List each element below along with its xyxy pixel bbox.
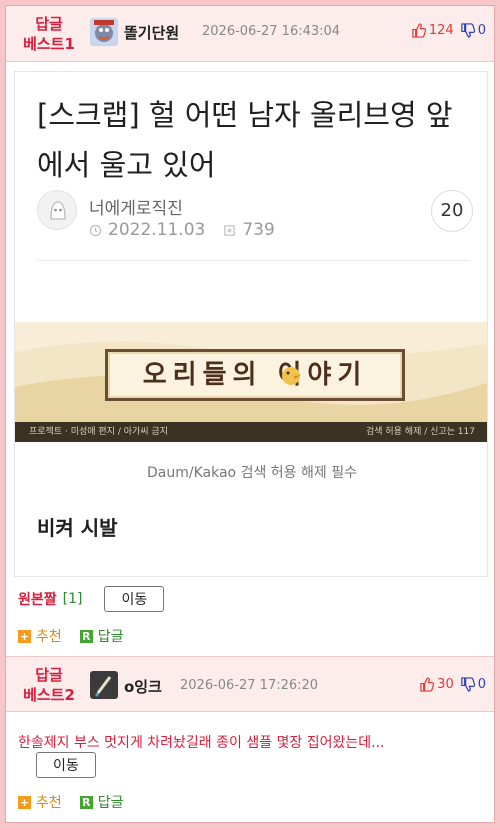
vote-counter: 124 0 bbox=[411, 23, 486, 38]
reply-icon: R bbox=[79, 795, 93, 809]
down-vote-count: 0 bbox=[477, 23, 486, 38]
down-vote-count: 0 bbox=[477, 677, 486, 692]
post-timestamp: 2026-06-27 17:26:20 bbox=[180, 678, 319, 693]
author-nickname[interactable]: 똘기단원 bbox=[124, 22, 179, 43]
thumbs-down-icon[interactable] bbox=[460, 677, 475, 692]
avatar-image bbox=[90, 671, 118, 699]
plus-icon: + bbox=[18, 629, 31, 643]
reply-label: 답글 bbox=[97, 629, 124, 645]
scrap-image-card[interactable]: [스크랩] 헐 어떤 남자 올리브영 앞에서 울고 있어 너에게로직진 2022… bbox=[14, 71, 488, 577]
reply-preview-text[interactable]: 한솔제지 부스 멋지게 차려놨길래 종이 샘플 몇장 집어왔는데... bbox=[18, 732, 484, 752]
author-nickname[interactable]: o잉크 bbox=[124, 676, 162, 697]
scrap-views: 739 bbox=[242, 220, 275, 240]
vote-counter: 30 0 bbox=[419, 677, 486, 692]
recommend-button[interactable]: + 추천 bbox=[18, 626, 62, 646]
scrap-author: 너에게로직진 bbox=[89, 199, 183, 219]
comment-count-badge: 20 bbox=[431, 190, 473, 232]
recommend-button[interactable]: + 추천 bbox=[18, 792, 62, 812]
post-timestamp: 2026-06-27 16:43:04 bbox=[202, 24, 341, 39]
scrap-meta: 2022.11.03 739 bbox=[89, 220, 275, 240]
recommend-label: 추천 bbox=[36, 629, 62, 645]
banner-sign: 오리들의 이야기 bbox=[105, 349, 405, 401]
avatar-image bbox=[90, 18, 118, 46]
banner-strip-left: 프로젝트 · 미성애 편지 / 아가씨 금지 bbox=[29, 427, 168, 437]
views-icon bbox=[224, 224, 236, 236]
source-row: 원본짤 [1] 이동 bbox=[18, 586, 165, 612]
recommend-label: 추천 bbox=[36, 795, 62, 811]
up-vote-count: 30 bbox=[437, 677, 454, 692]
move-button[interactable]: 이동 bbox=[36, 752, 96, 778]
scrap-title: [스크랩] 헐 어떤 남자 올리브영 앞에서 울고 있어 bbox=[37, 98, 453, 182]
move-button[interactable]: 이동 bbox=[104, 586, 165, 612]
best-reply-header-2: 답글 베스트2 o잉크 2026-06-27 17:26:20 30 0 bbox=[6, 656, 494, 712]
post-actions-2: + 추천 R 답글 bbox=[18, 792, 124, 812]
reply-button[interactable]: R 답글 bbox=[79, 626, 124, 646]
scrap-caption: Daum/Kakao 검색 허용 해제 필수 bbox=[147, 465, 357, 481]
plus-icon: + bbox=[18, 795, 31, 809]
banner-strip: 프로젝트 · 미성애 편지 / 아가씨 금지 검색 허용 해제 / 신고는 11… bbox=[15, 422, 487, 442]
best-label: 답글 베스트2 bbox=[23, 666, 75, 704]
reply-icon: R bbox=[79, 629, 93, 643]
user-avatar[interactable] bbox=[90, 18, 118, 46]
thumbs-up-icon[interactable] bbox=[419, 677, 435, 692]
scrap-date: 2022.11.03 bbox=[108, 220, 206, 240]
user-avatar[interactable] bbox=[90, 671, 118, 699]
up-vote-count: 124 bbox=[428, 23, 454, 38]
best-reply-header-1: 답글 베스트1 똘기단원 2026-06-27 16:43:04 124 0 bbox=[6, 6, 494, 62]
divider bbox=[37, 260, 469, 261]
best-replies-panel: 답글 베스트1 똘기단원 2026-06-27 16:43:04 124 0 [… bbox=[5, 5, 495, 823]
post-actions-1: + 추천 R 답글 bbox=[18, 626, 124, 646]
clock-icon bbox=[89, 224, 102, 236]
story-banner: 오리들의 이야기 프로젝트 · 미성애 편지 / 아가씨 금지 검색 허용 해제… bbox=[15, 322, 487, 442]
best-label: 답글 베스트1 bbox=[23, 15, 75, 53]
source-count: [1] bbox=[62, 591, 83, 607]
source-label[interactable]: 원본짤 bbox=[18, 589, 57, 609]
author-profile-icon bbox=[37, 190, 77, 230]
banner-title: 오리들의 이야기 bbox=[142, 360, 368, 390]
thumbs-up-icon[interactable] bbox=[411, 23, 426, 38]
scrap-body: 비켜 시발 bbox=[37, 516, 118, 540]
thumbs-down-icon[interactable] bbox=[460, 23, 475, 38]
reply-button[interactable]: R 답글 bbox=[79, 792, 124, 812]
banner-strip-right: 검색 허용 해제 / 신고는 117 bbox=[365, 427, 475, 437]
reply-label: 답글 bbox=[97, 795, 124, 811]
duck-icon bbox=[282, 367, 301, 385]
